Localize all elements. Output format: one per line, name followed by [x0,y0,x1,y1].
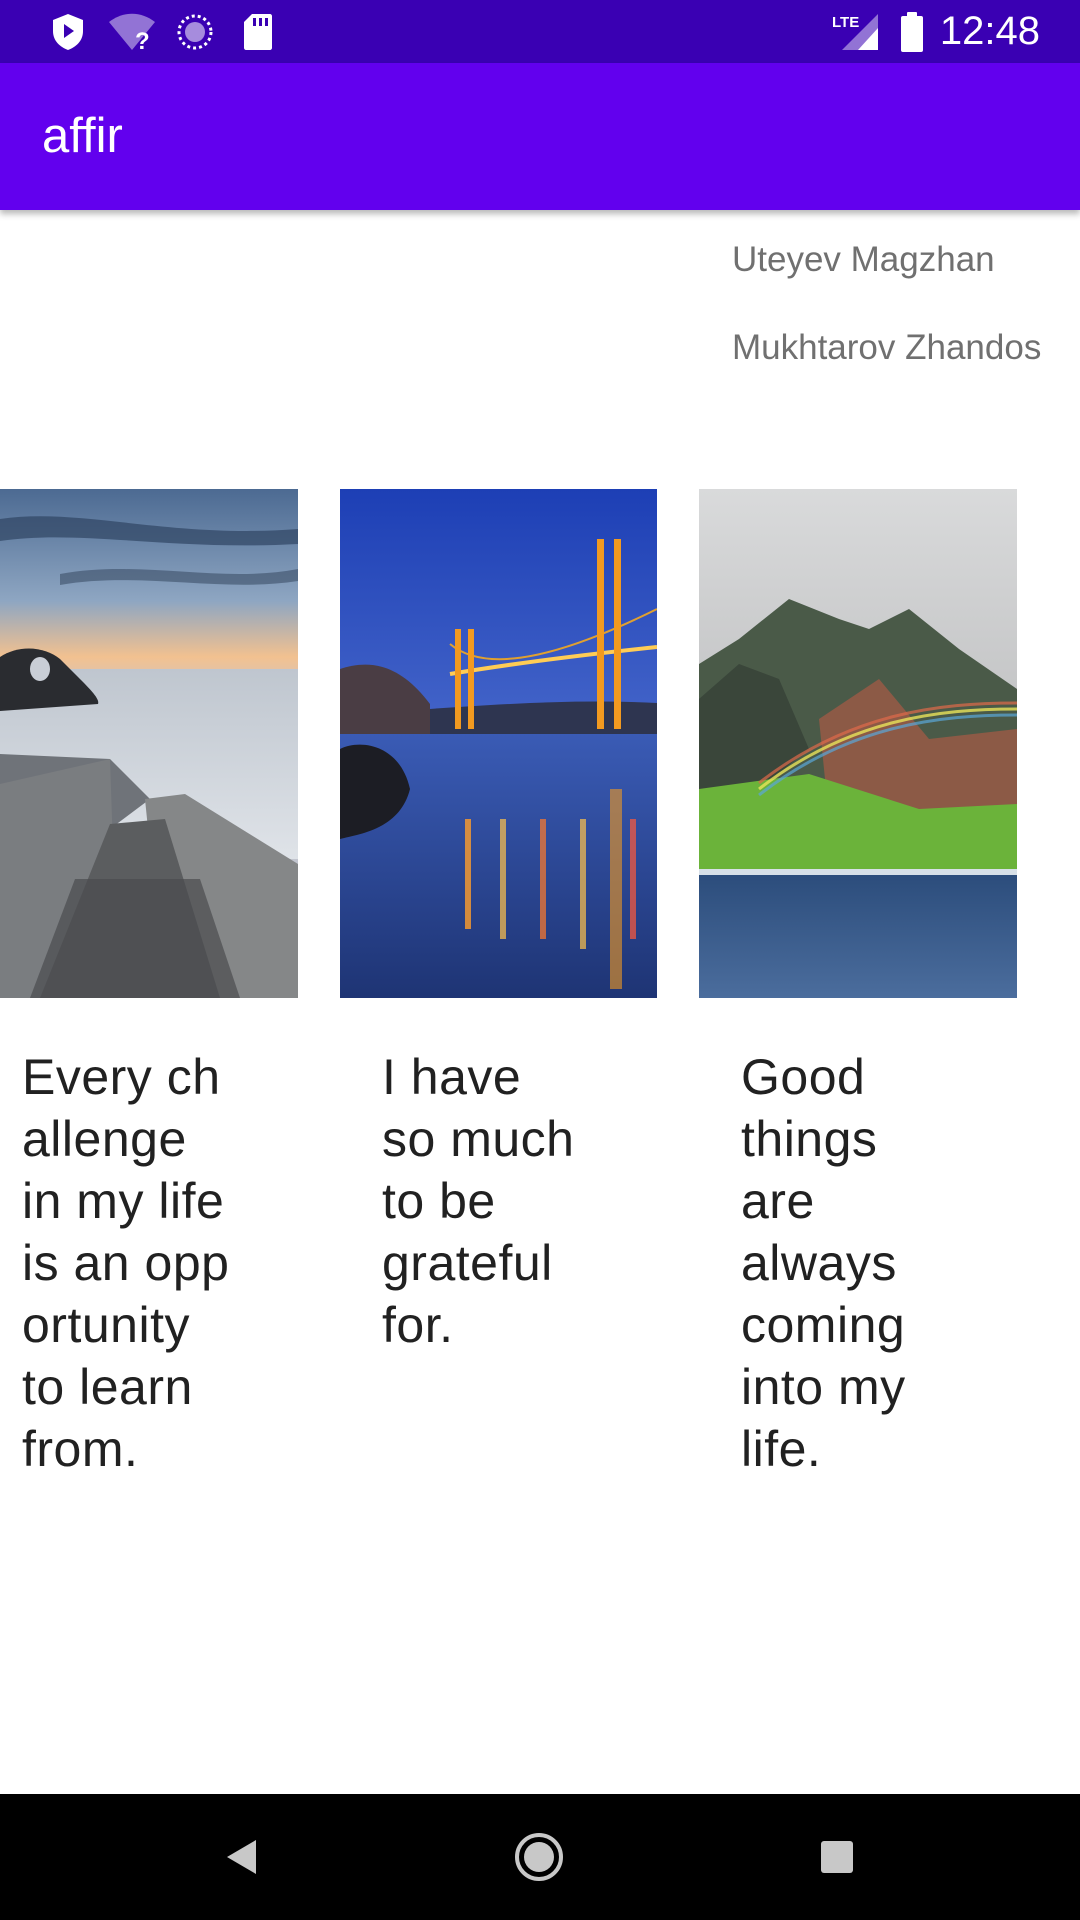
app-bar: affir [0,63,1080,210]
status-bar: ? LTE 12:48 [0,0,1080,63]
mountain-rainbow-photo [699,489,1017,998]
wifi-unknown-icon: ? [106,0,158,63]
svg-text:?: ? [135,28,150,52]
author-name-2: Mukhtarov Zhandos [732,328,1042,367]
home-icon[interactable] [479,1794,599,1920]
svg-text:LTE: LTE [832,14,859,31]
card-text-2: I have so much to be grateful for. [382,1049,575,1353]
lte-signal-icon: LTE [830,0,880,63]
author-name-1: Uteyev Magzhan [732,240,995,279]
recents-icon[interactable] [777,1794,897,1920]
sd-card-icon [240,0,276,63]
shield-icon [48,0,88,63]
seashore-pier-photo [0,489,298,998]
status-time: 12:48 [939,9,1040,53]
navigation-bar [0,1794,1080,1920]
sync-icon [174,0,216,63]
card-text-1: Every ch allenge in my life is an opp or… [22,1049,230,1477]
golden-gate-bridge-photo [340,489,657,998]
card-text-3: Good things are always coming into my li… [741,1049,906,1477]
app-title: affir [42,109,123,163]
battery-icon [898,0,926,63]
back-icon[interactable] [181,1794,301,1920]
